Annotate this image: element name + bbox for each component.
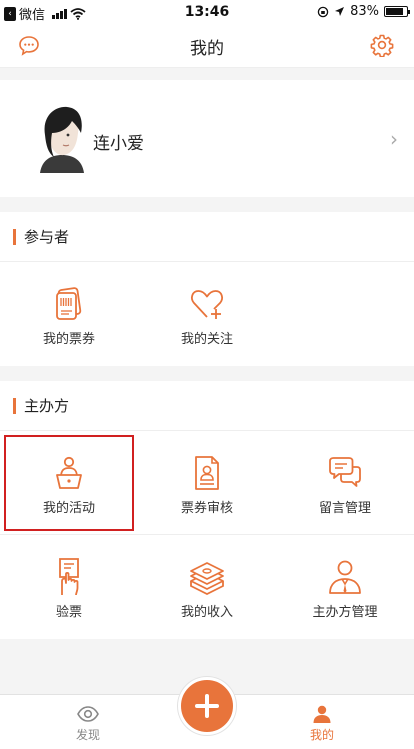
profile-name: 连小爱 <box>93 134 144 154</box>
person-podium-icon <box>56 456 82 489</box>
section-accent-bar <box>13 229 16 245</box>
money-stack-icon <box>190 562 224 596</box>
location-arrow-icon <box>335 7 345 16</box>
organizer-section: 主办方 我的活动 票券审核 留言管理 验票 我的收入 主办方管理 <box>0 381 414 639</box>
my-events-button[interactable]: 我的活动 <box>0 431 138 535</box>
battery-percent: 83% <box>350 4 379 19</box>
ticket-icon <box>56 287 82 320</box>
battery-icon <box>384 6 410 17</box>
ticket-review-button[interactable]: 票券审核 <box>138 431 276 535</box>
nav-bar: 我的 <box>0 24 414 68</box>
ticket-check-label: 验票 <box>55 605 82 620</box>
profile-card[interactable]: 连小爱 › <box>0 80 414 197</box>
tab-mine-label: 我的 <box>309 728 334 742</box>
organizer-management-button[interactable]: 主办方管理 <box>276 535 414 639</box>
gear-icon[interactable] <box>370 33 394 57</box>
plus-icon-vertical <box>205 694 209 718</box>
my-events-label: 我的活动 <box>42 501 95 516</box>
organizer-title: 主办方 <box>24 397 70 415</box>
organizer-row-1: 我的活动 票券审核 留言管理 <box>0 431 414 535</box>
person-manager-icon <box>329 560 361 594</box>
eye-icon <box>77 706 99 722</box>
message-management-label: 留言管理 <box>318 501 371 516</box>
heart-plus-icon <box>191 290 223 319</box>
participant-title: 参与者 <box>24 228 70 246</box>
my-tickets-label: 我的票券 <box>42 332 95 347</box>
person-icon <box>313 705 331 723</box>
participant-row: 我的票券 我的关注 <box>0 262 414 366</box>
tab-discover-label: 发现 <box>75 728 100 742</box>
ticket-scan-icon <box>59 558 79 596</box>
my-income-button[interactable]: 我的收入 <box>138 535 276 639</box>
message-management-button[interactable]: 留言管理 <box>276 431 414 535</box>
my-income-label: 我的收入 <box>180 605 233 620</box>
participant-header: 参与者 <box>0 212 414 262</box>
chevron-right-icon[interactable]: › <box>390 127 398 151</box>
avatar[interactable] <box>34 103 90 173</box>
my-follows-button[interactable]: 我的关注 <box>138 262 276 366</box>
orientation-lock-icon <box>317 6 329 17</box>
document-review-icon <box>195 456 219 490</box>
tab-discover[interactable]: 发现 <box>38 695 138 749</box>
status-bar: ‹ 微信 13:46 83% <box>0 0 414 24</box>
my-follows-label: 我的关注 <box>180 332 233 347</box>
create-plus-button[interactable] <box>178 677 236 735</box>
ticket-check-button[interactable]: 验票 <box>0 535 138 639</box>
chat-bubbles-icon <box>329 457 361 487</box>
participant-section: 参与者 我的票券 我的关注 <box>0 212 414 366</box>
organizer-management-label: 主办方管理 <box>312 605 378 620</box>
organizer-header: 主办方 <box>0 381 414 431</box>
ticket-review-label: 票券审核 <box>180 501 233 516</box>
organizer-row-2: 验票 我的收入 主办方管理 <box>0 535 414 639</box>
tab-mine[interactable]: 我的 <box>272 695 372 749</box>
page-title: 我的 <box>190 39 224 59</box>
status-right: 83% <box>317 4 410 19</box>
section-accent-bar <box>13 398 16 414</box>
my-tickets-button[interactable]: 我的票券 <box>0 262 138 366</box>
